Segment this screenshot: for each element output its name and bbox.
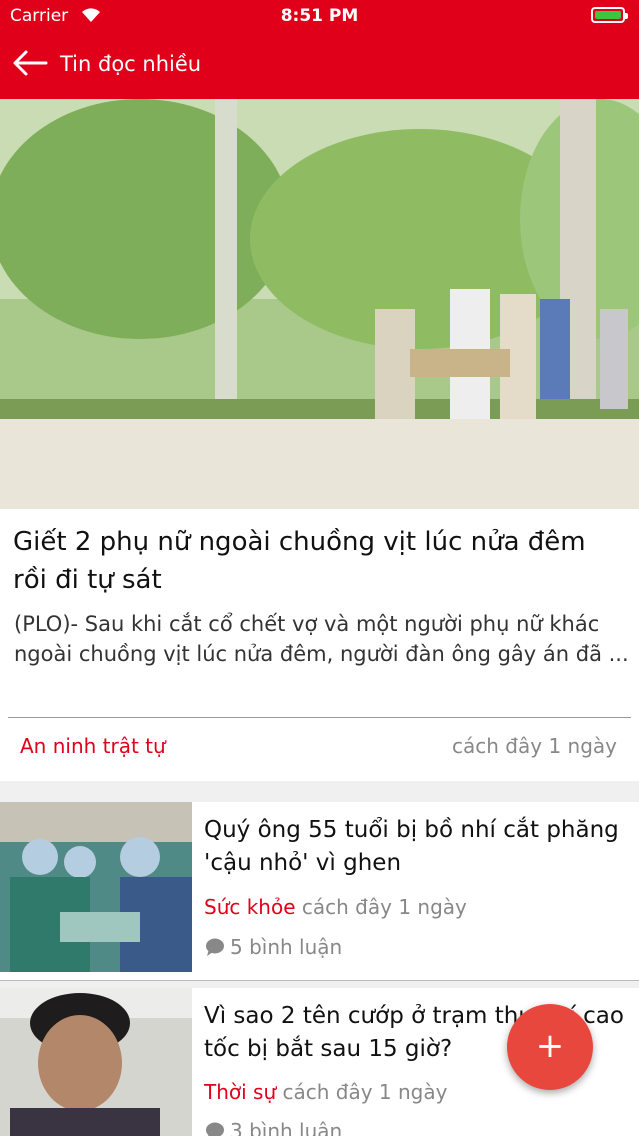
article-time: cách đây 1 ngày — [282, 1080, 448, 1104]
featured-article[interactable]: Giết 2 phụ nữ ngoài chuồng vịt lúc nửa đ… — [0, 509, 639, 781]
divider — [8, 717, 631, 718]
article-time: cách đây 1 ngày — [301, 895, 467, 919]
article-thumbnail — [0, 802, 192, 972]
comment-count-label: 3 bình luận — [230, 1119, 343, 1136]
comment-count[interactable]: 3 bình luận — [204, 1119, 342, 1136]
comment-icon — [206, 1122, 224, 1136]
page-title: Tin đọc nhiều — [60, 52, 202, 76]
featured-title[interactable]: Giết 2 phụ nữ ngoài chuồng vịt lúc nửa đ… — [13, 523, 623, 599]
article-category[interactable]: Sức khỏe — [204, 895, 296, 919]
article-category[interactable]: Thời sự — [204, 1080, 276, 1104]
battery-level — [595, 11, 621, 19]
article-meta: Thời sự cách đây 1 ngày — [204, 1080, 447, 1104]
status-time: 8:51 PM — [280, 6, 359, 26]
divider — [0, 980, 639, 981]
featured-image[interactable] — [0, 99, 639, 509]
battery-icon — [591, 7, 628, 23]
app-header: Carrier 8:51 PM Tin đọc nhiều — [0, 0, 639, 99]
article-thumbnail — [0, 988, 192, 1136]
status-bar: Carrier 8:51 PM — [0, 0, 639, 34]
featured-category[interactable]: An ninh trật tự — [20, 734, 166, 758]
featured-time: cách đây 1 ngày — [452, 734, 617, 758]
comment-icon — [206, 938, 224, 956]
list-item[interactable]: Quý ông 55 tuổi bị bồ nhí cắt phăng 'cậu… — [0, 802, 639, 981]
comment-count[interactable]: 5 bình luận — [204, 935, 342, 959]
comment-count-label: 5 bình luận — [230, 935, 343, 959]
article-meta: Sức khỏe cách đây 1 ngày — [204, 895, 467, 919]
article-title[interactable]: Quý ông 55 tuổi bị bồ nhí cắt phăng 'cậu… — [204, 814, 634, 880]
add-button[interactable]: + — [507, 1004, 593, 1090]
plus-icon: + — [535, 1026, 565, 1066]
featured-image-art — [0, 99, 639, 509]
featured-summary: (PLO)- Sau khi cắt cổ chết vợ và một ngư… — [14, 612, 629, 666]
arrow-left-icon[interactable] — [12, 48, 48, 78]
